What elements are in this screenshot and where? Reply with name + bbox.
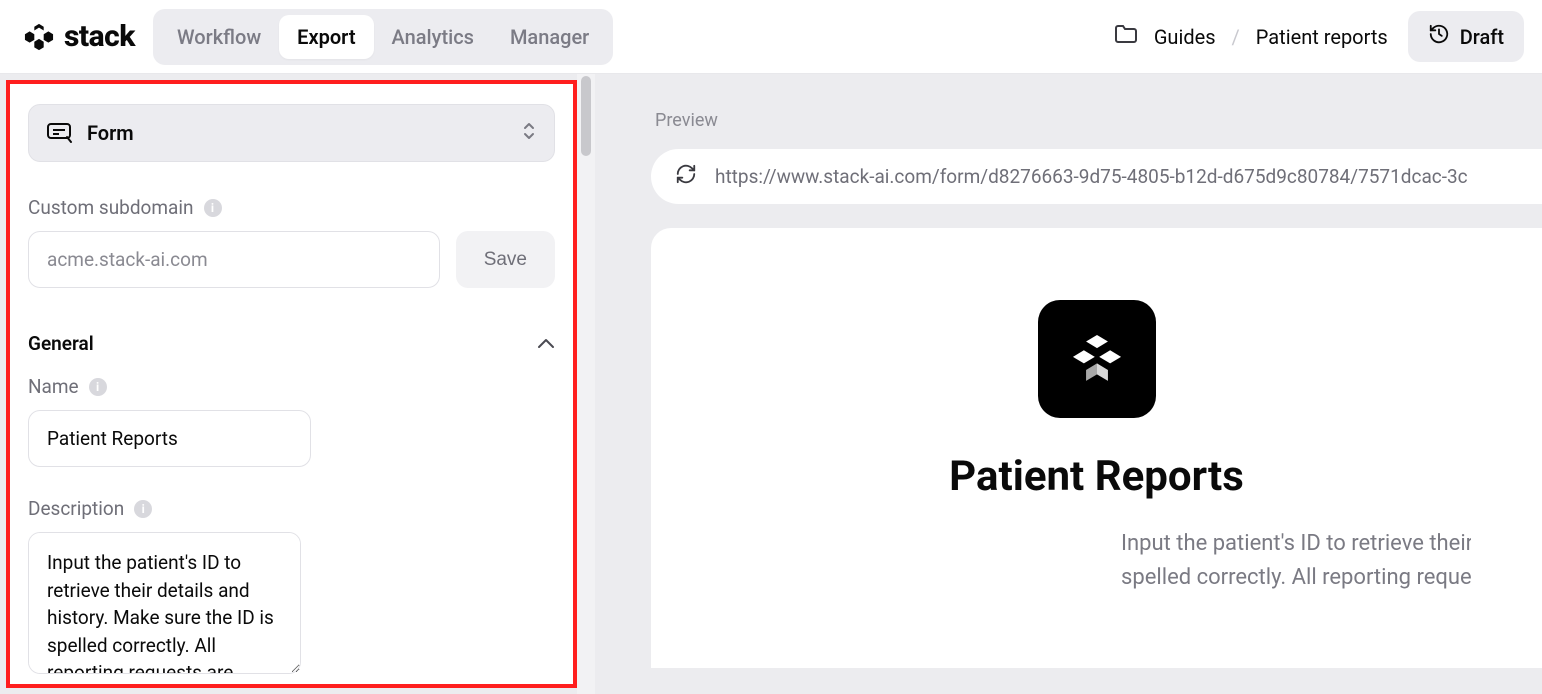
breadcrumb: Guides / Patient reports (1114, 24, 1388, 49)
tab-export[interactable]: Export (279, 15, 373, 59)
name-input[interactable] (28, 410, 311, 467)
preview-url-bar: https://www.stack-ai.com/form/d8276663-9… (651, 149, 1542, 204)
info-icon[interactable]: i (89, 378, 107, 396)
save-button[interactable]: Save (456, 231, 555, 288)
history-icon (1428, 23, 1450, 50)
chevron-updown-icon (522, 121, 536, 145)
sidebar-scrollbar[interactable] (577, 74, 595, 694)
info-icon[interactable]: i (204, 199, 222, 217)
subdomain-field: Custom subdomain i Save (28, 196, 555, 288)
description-input[interactable] (28, 532, 301, 674)
preview-description: Input the patient's ID to retrieve their… (651, 527, 1471, 595)
name-label: Name (28, 375, 79, 398)
breadcrumb-separator: / (1232, 25, 1240, 49)
logo-icon (24, 22, 54, 52)
general-section: Name i Description i (28, 355, 555, 678)
info-icon[interactable]: i (134, 500, 152, 518)
top-bar: stack Workflow Export Analytics Manager … (0, 0, 1542, 74)
settings-sidebar: Form Custom subdomain i Save Gen (6, 80, 577, 688)
general-section-header[interactable]: General (28, 332, 555, 355)
draft-label: Draft (1460, 25, 1504, 49)
subdomain-input[interactable] (28, 231, 440, 288)
description-label: Description (28, 497, 124, 520)
reload-icon[interactable] (675, 163, 697, 190)
form-icon (47, 123, 73, 143)
preview-app-icon (1038, 300, 1156, 418)
form-selector-label: Form (87, 121, 134, 145)
main-content: Form Custom subdomain i Save Gen (0, 74, 1542, 694)
preview-title: Patient Reports (949, 452, 1244, 501)
preview-url-text[interactable]: https://www.stack-ai.com/form/d8276663-9… (715, 165, 1468, 188)
form-type-selector[interactable]: Form (28, 104, 555, 162)
folder-icon (1114, 24, 1138, 49)
breadcrumb-current[interactable]: Patient reports (1256, 25, 1388, 49)
chevron-up-icon (537, 332, 555, 355)
sidebar-scrollbar-thumb[interactable] (581, 76, 591, 156)
preview-label: Preview (651, 110, 1542, 131)
description-field: Description i (28, 497, 555, 678)
tab-analytics[interactable]: Analytics (374, 15, 492, 59)
preview-pane: Preview https://www.stack-ai.com/form/d8… (595, 74, 1542, 694)
draft-button[interactable]: Draft (1408, 11, 1524, 62)
tab-workflow[interactable]: Workflow (159, 15, 279, 59)
breadcrumb-guides[interactable]: Guides (1154, 25, 1216, 49)
name-field: Name i (28, 375, 555, 467)
nav-tabs: Workflow Export Analytics Manager (153, 9, 613, 65)
subdomain-label: Custom subdomain i (28, 196, 555, 219)
sidebar-frame: Form Custom subdomain i Save Gen (0, 74, 595, 694)
app-logo: stack (24, 19, 135, 54)
preview-card: Patient Reports Input the patient's ID t… (651, 228, 1542, 668)
top-right-controls: Guides / Patient reports Draft (1114, 11, 1524, 62)
tab-manager[interactable]: Manager (492, 15, 607, 59)
logo-text: stack (64, 19, 135, 54)
